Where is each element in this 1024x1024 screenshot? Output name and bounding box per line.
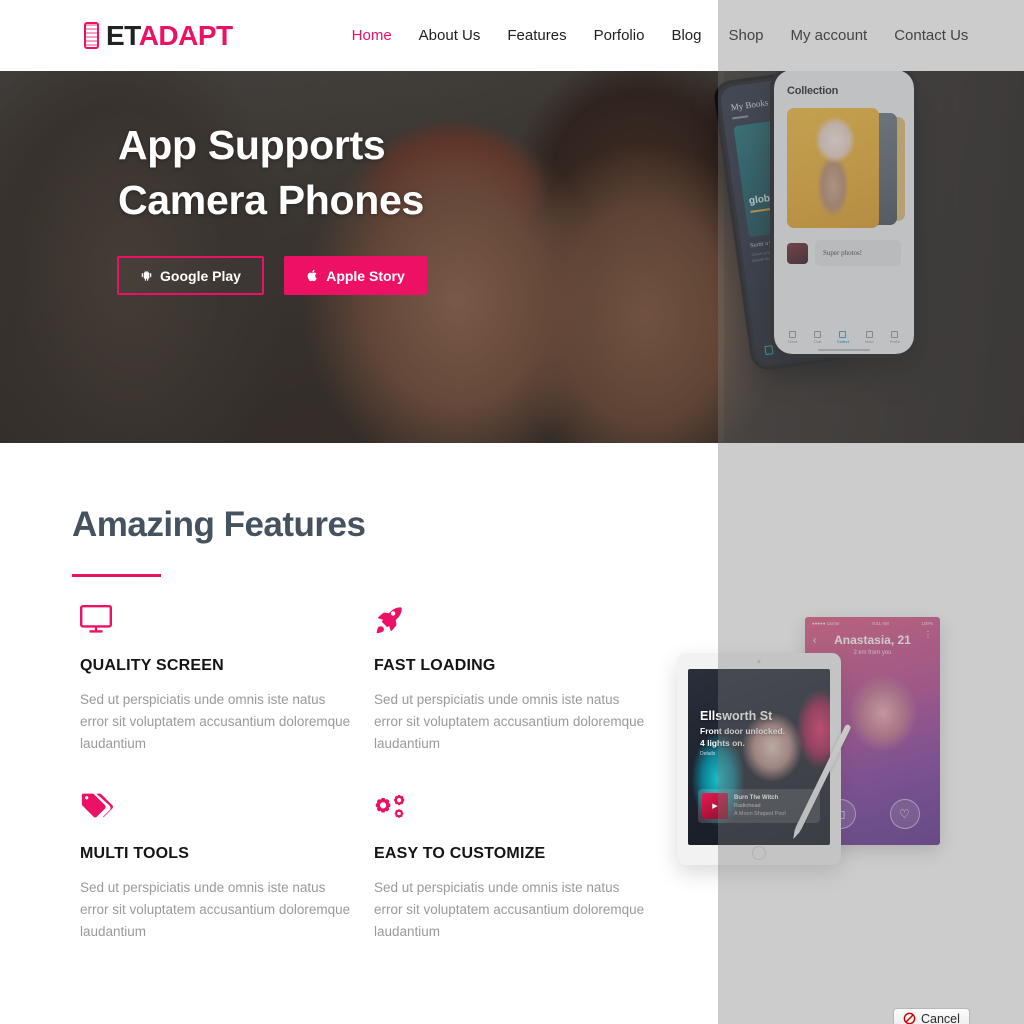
hero-device-mockups: My Books global growth Sortir a Camer Om… (712, 71, 932, 373)
collection-bottom-nav: Home Chat Collect News Profile (774, 331, 914, 344)
collection-card-stack (787, 108, 905, 230)
features-section: Amazing Features QUALITY SCREEN Sed ut p… (0, 443, 1024, 1024)
heart-icon[interactable]: ♡ (889, 799, 920, 829)
apple-story-button[interactable]: Apple Story (284, 256, 427, 295)
nav-item-contact-us[interactable]: Contact Us (894, 27, 968, 44)
tablet-screen: Ellsworth St Front door unlocked. 4 ligh… (688, 669, 830, 845)
cancel-label: Cancel (921, 1011, 960, 1024)
status-carrier: ●●●●● carrier (812, 621, 840, 626)
track-info: Burn The Witch Radiohead A Moon Shaped P… (734, 794, 786, 818)
tags-icon (80, 793, 374, 827)
hero-phone-front: Collection Super photos! Home Chat Colle… (770, 71, 918, 358)
track-album: A Moon Shaped Pool (734, 811, 786, 817)
track-artist: Radiohead (734, 803, 761, 809)
rocket-icon (374, 605, 668, 639)
hero-section: App Supports Camera Phones Google Play A… (0, 71, 1024, 443)
android-icon (140, 269, 153, 283)
logo-text-primary: ET (106, 19, 139, 51)
feature-title: FAST LOADING (374, 657, 496, 674)
album-art (702, 793, 728, 819)
hero-cta-group: Google Play Apple Story (117, 256, 427, 295)
feature-description: Sed ut perspiciatis unde omnis iste natu… (374, 692, 645, 751)
site-logo[interactable]: ETADAPT (84, 20, 233, 52)
home-status-line-2: 4 lights on. (700, 738, 745, 748)
nav-item-my-account[interactable]: My account (791, 27, 868, 44)
avatar (787, 242, 808, 264)
phone-status-bar: ●●●●● carrier 9:41 AM 100% (805, 621, 940, 626)
logo-text-accent: ADAPT (138, 19, 233, 51)
apple-icon (306, 268, 319, 283)
feature-card-easy-to-customize: EASY TO CUSTOMIZE Sed ut perspiciatis un… (374, 793, 668, 943)
feature-card-fast-loading: FAST LOADING Sed ut perspiciatis unde om… (374, 605, 668, 755)
camera-icon (757, 660, 761, 663)
gears-icon (374, 793, 668, 827)
status-time: 9:41 AM (872, 621, 889, 626)
status-battery: 100% (921, 621, 933, 626)
feature-title: QUALITY SCREEN (80, 657, 224, 674)
collection-nav-news[interactable]: News (865, 331, 874, 344)
details-link[interactable]: Details (700, 751, 715, 757)
title-underline (72, 574, 161, 577)
collection-nav-profile[interactable]: Profile (890, 331, 900, 344)
feature-device-mockups: ●●●●● carrier 9:41 AM 100% ‹ ⋮ Anastasia… (672, 611, 952, 871)
home-indicator (818, 349, 870, 351)
google-play-label: Google Play (160, 267, 241, 284)
monitor-icon (80, 605, 374, 639)
google-play-button[interactable]: Google Play (117, 256, 264, 295)
main-navigation: Home About Us Features Porfolio Blog Sho… (352, 27, 969, 44)
feature-description: Sed ut perspiciatis unde omnis iste natu… (374, 880, 645, 939)
street-title: Ellsworth St (700, 709, 773, 723)
collection-nav-chat[interactable]: Chat (813, 331, 821, 344)
smart-home-tablet-mockup: Ellsworth St Front door unlocked. 4 ligh… (677, 653, 841, 865)
collection-comment-text: Super photos! (815, 240, 901, 266)
feature-title: MULTI TOOLS (80, 845, 190, 862)
nav-item-home[interactable]: Home (352, 27, 392, 44)
collection-title: Collection (787, 85, 839, 97)
cancel-button[interactable]: Cancel (893, 1008, 970, 1024)
features-grid: QUALITY SCREEN Sed ut perspiciatis unde … (80, 605, 680, 943)
feature-description: Sed ut perspiciatis unde omnis iste natu… (80, 880, 351, 939)
nav-item-shop[interactable]: Shop (728, 27, 763, 44)
home-status-line-1: Front door unlocked. (700, 726, 785, 736)
profile-name: Anastasia, 21 (834, 633, 911, 647)
divider (732, 115, 749, 120)
page-title: Amazing Features (72, 505, 366, 544)
apple-story-label: Apple Story (326, 267, 405, 284)
feature-description: Sed ut perspiciatis unde omnis iste natu… (80, 692, 351, 751)
home-button[interactable] (752, 846, 766, 860)
feature-card-quality-screen: QUALITY SCREEN Sed ut perspiciatis unde … (80, 605, 374, 755)
collection-comment-row: Super photos! (787, 240, 901, 266)
nav-item-blog[interactable]: Blog (671, 27, 701, 44)
collection-nav-collect[interactable]: Collect (837, 331, 849, 344)
logo-text: ETADAPT (106, 20, 233, 52)
feature-card-multi-tools: MULTI TOOLS Sed ut perspiciatis unde omn… (80, 793, 374, 943)
site-header: ETADAPT Home About Us Features Porfolio … (0, 0, 1024, 71)
collection-card-1-ice-cream (787, 108, 879, 228)
nav-item-about-us[interactable]: About Us (419, 27, 481, 44)
phone-logo-icon (84, 22, 99, 49)
feature-title: EASY TO CUSTOMIZE (374, 845, 546, 862)
nav-item-porfolio[interactable]: Porfolio (594, 27, 645, 44)
hero-title: App Supports Camera Phones (118, 122, 425, 223)
nav-item-features[interactable]: Features (507, 27, 566, 44)
track-title: Burn The Witch (734, 795, 779, 801)
collection-nav-home[interactable]: Home (788, 331, 798, 344)
no-entry-icon (903, 1012, 916, 1024)
